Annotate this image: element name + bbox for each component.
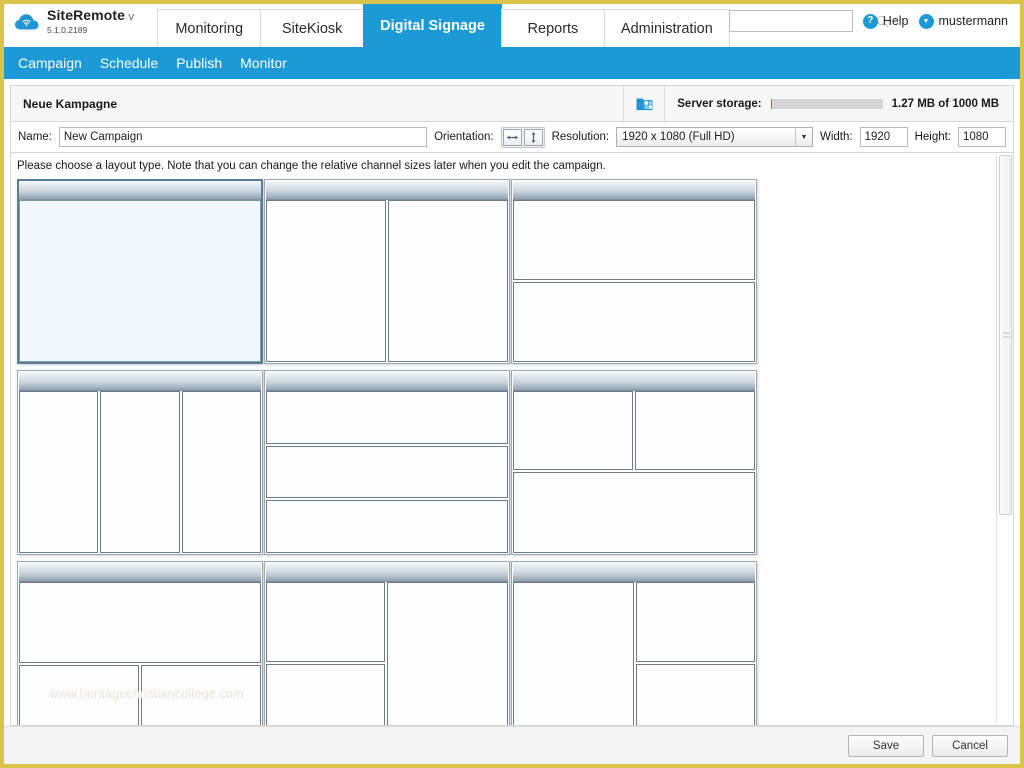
layout-cell — [635, 391, 755, 470]
subnav-item-schedule[interactable]: Schedule — [100, 55, 158, 71]
cancel-button[interactable]: Cancel — [932, 734, 1008, 757]
header-utilities: ? Help ▼ mustermann — [728, 4, 1020, 47]
server-storage-icon — [623, 86, 666, 121]
layout-option-two-rows[interactable] — [511, 179, 757, 364]
brand-logo: SiteRemote V 5.1.0.2189 — [4, 4, 157, 47]
campaign-settings-bar: Name: Orientation: — [10, 122, 1014, 153]
layout-grid — [17, 179, 992, 725]
layout-option-two-left-one-right[interactable] — [264, 561, 510, 725]
user-name-label: mustermann — [938, 14, 1008, 28]
orientation-toggle-group — [500, 126, 545, 148]
footer-actions: Save Cancel — [4, 726, 1020, 764]
panel-header: Neue Kampagne Server storage: 1.27 MB of… — [10, 85, 1014, 122]
tile-titlebar — [19, 181, 261, 200]
search-input[interactable] — [733, 15, 876, 27]
layout-cell — [513, 472, 755, 553]
layout-cell — [513, 582, 634, 725]
tab-monitoring[interactable]: Monitoring — [157, 9, 262, 47]
width-label: Width: — [819, 131, 853, 143]
layout-cell — [266, 664, 385, 725]
tab-administration[interactable]: Administration — [603, 9, 730, 47]
layout-cell — [181, 391, 261, 553]
chevron-down-icon: ▼ — [794, 128, 812, 146]
layout-option-single[interactable] — [17, 179, 263, 364]
main-nav-tabs: Monitoring SiteKiosk Digital Signage Rep… — [157, 4, 730, 47]
tab-sitekiosk[interactable]: SiteKiosk — [260, 9, 365, 47]
layout-option-one-left-two-right[interactable] — [511, 561, 757, 725]
layout-chooser-panel: Please choose a layout type. Note that y… — [10, 153, 1014, 726]
campaign-name-input[interactable] — [58, 127, 428, 147]
tile-titlebar — [513, 563, 755, 582]
layout-option-one-top-two-bottom[interactable] — [17, 561, 263, 725]
resolution-select[interactable]: 1920 x 1080 (Full HD) ▼ — [616, 127, 813, 147]
arrows-horizontal-icon[interactable] — [502, 128, 522, 146]
tab-reports[interactable]: Reports — [500, 9, 605, 47]
layout-cell — [266, 500, 508, 554]
layout-cell — [513, 200, 755, 280]
storage-progress-bar — [770, 98, 883, 109]
layout-option-two-columns[interactable] — [264, 179, 510, 364]
layout-cell — [266, 200, 386, 362]
layout-cell — [266, 445, 508, 499]
layout-option-three-rows[interactable] — [264, 370, 510, 555]
layout-cell — [513, 282, 755, 362]
storage-value: 1.27 MB of 1000 MB — [891, 97, 999, 110]
tile-titlebar — [266, 563, 508, 582]
layout-cell — [19, 582, 261, 663]
tile-titlebar — [513, 372, 755, 391]
orientation-label: Orientation: — [434, 131, 494, 143]
layout-cell — [513, 391, 633, 470]
scrollbar-grip-icon — [1002, 332, 1009, 338]
save-button[interactable]: Save — [848, 734, 924, 757]
layout-cell — [19, 391, 99, 553]
name-label: Name: — [18, 131, 52, 143]
layout-cell — [388, 200, 508, 362]
layout-cell — [266, 582, 385, 662]
vertical-scrollbar[interactable] — [996, 153, 1013, 725]
subnav-item-publish[interactable]: Publish — [176, 55, 222, 71]
layout-cell — [141, 665, 261, 725]
height-label: Height: — [914, 131, 951, 143]
layout-chooser-scroll-area: Please choose a layout type. Note that y… — [11, 153, 996, 725]
application-window: SiteRemote V 5.1.0.2189 Monitoring SiteK… — [4, 4, 1020, 764]
content-area: Neue Kampagne Server storage: 1.27 MB of… — [4, 79, 1020, 726]
layout-cell — [19, 665, 139, 725]
arrows-vertical-icon[interactable] — [523, 128, 543, 146]
tile-titlebar — [513, 181, 755, 200]
resolution-label: Resolution: — [551, 131, 610, 143]
layout-option-three-columns[interactable] — [17, 370, 263, 555]
layout-cell — [636, 664, 755, 725]
cloud-icon — [14, 13, 40, 31]
layout-cell — [100, 391, 180, 553]
layout-cell — [19, 200, 261, 362]
scrollbar-thumb[interactable] — [999, 155, 1012, 516]
tile-titlebar — [266, 181, 508, 200]
tile-titlebar — [266, 372, 508, 391]
resolution-value: 1920 x 1080 (Full HD) — [622, 131, 735, 143]
tab-digital-signage[interactable]: Digital Signage — [363, 4, 502, 47]
layout-cell — [636, 582, 755, 662]
layout-hint-text: Please choose a layout type. Note that y… — [17, 160, 606, 172]
storage-label: Server storage: — [677, 97, 762, 110]
search-box[interactable] — [728, 10, 889, 32]
layout-cell — [266, 391, 508, 444]
user-menu[interactable]: ▼ mustermann — [918, 13, 1008, 29]
page-title: Neue Kampagne — [23, 96, 118, 111]
height-input[interactable] — [958, 127, 1006, 147]
subnav-item-monitor[interactable]: Monitor — [240, 55, 287, 71]
server-storage-info: Server storage: 1.27 MB of 1000 MB — [665, 86, 1013, 121]
layout-cell — [387, 582, 508, 725]
tile-titlebar — [19, 372, 261, 391]
layout-option-two-top-one-bottom[interactable] — [511, 370, 757, 555]
tile-titlebar — [19, 563, 261, 582]
width-input[interactable] — [859, 127, 908, 147]
brand-name: SiteRemote — [47, 7, 126, 24]
top-header: SiteRemote V 5.1.0.2189 Monitoring SiteK… — [4, 4, 1020, 47]
search-icon — [876, 15, 889, 28]
subnav-item-campaign[interactable]: Campaign — [18, 55, 82, 71]
chevron-down-icon: ▼ — [918, 13, 934, 29]
sub-navigation: Campaign Schedule Publish Monitor — [4, 47, 1020, 79]
